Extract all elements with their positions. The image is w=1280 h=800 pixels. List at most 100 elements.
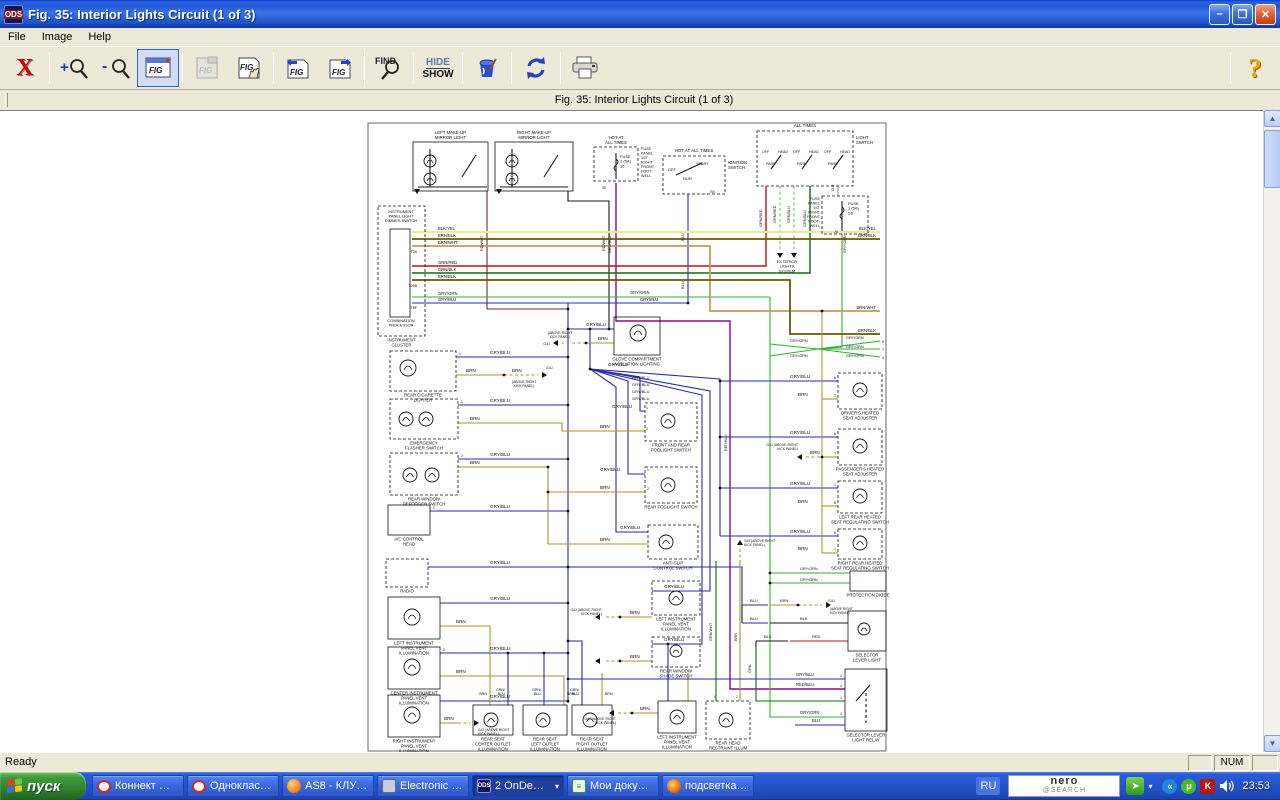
electronic-icon: [382, 779, 396, 793]
refresh-button[interactable]: [515, 49, 557, 87]
svg-text:GRY/BLU: GRY/BLU: [632, 382, 650, 387]
svg-text:GRY/BLU: GRY/BLU: [490, 560, 510, 565]
svg-text:1: 1: [714, 695, 716, 699]
svg-text:CLR: CLR: [831, 184, 835, 191]
svg-text:4: 4: [882, 356, 884, 360]
svg-text:BRN/BLK: BRN/BLK: [438, 233, 456, 238]
photo-icon: [667, 779, 681, 793]
menu-image[interactable]: Image: [34, 30, 81, 44]
svg-text:BRN/BLK: BRN/BLK: [858, 328, 876, 333]
svg-text:2: 2: [736, 695, 738, 699]
svg-text:BRN: BRN: [598, 336, 608, 341]
svg-text:GRY/BLU: GRY/BLU: [586, 322, 606, 327]
docs-icon: ≡: [572, 779, 586, 793]
taskbar-task-button[interactable]: Коннект Мен...: [92, 775, 184, 797]
status-cell-num: NUM: [1214, 755, 1250, 771]
volume-icon[interactable]: [1219, 779, 1234, 793]
svg-text:BRN: BRN: [630, 654, 640, 659]
svg-text:REAR SEATCENTER OUTLETILLUMINA: REAR SEATCENTER OUTLETILLUMINATION: [475, 737, 511, 752]
zoom-in-button[interactable]: +: [53, 49, 95, 87]
svg-text:DRIVER'S HEATEDSEAT ADJUSTER: DRIVER'S HEATEDSEAT ADJUSTER: [841, 411, 879, 421]
svg-text:BRN: BRN: [600, 424, 610, 429]
svg-text:FIG: FIG: [332, 68, 345, 77]
svg-text:BRN: BRN: [734, 633, 738, 641]
svg-text:GRY/BLU: GRY/BLU: [632, 375, 650, 380]
svg-text:GRY/GRN: GRY/GRN: [790, 339, 808, 343]
svg-text:BRN: BRN: [444, 716, 454, 721]
svg-text:GRY/BLU: GRY/BLU: [790, 481, 810, 486]
taskbar-task-button[interactable]: ≡Мои докумен...: [567, 775, 659, 797]
svg-text:GRY/BLU: GRY/BLU: [796, 672, 814, 677]
minimize-button[interactable]: –: [1209, 4, 1230, 25]
close-button[interactable]: ✕: [1255, 4, 1276, 25]
language-bar-icon[interactable]: «: [1162, 779, 1177, 794]
svg-text:GRY/BLU: GRY/BLU: [664, 584, 684, 589]
taskbar-task-button[interactable]: подсветка с...: [662, 775, 754, 797]
next-figure-icon: FIG: [327, 56, 353, 80]
printer-icon: [570, 55, 600, 81]
svg-text:LEFT REAR HEATEDSEAT REGULATIN: LEFT REAR HEATEDSEAT REGULATING SWITCH: [831, 515, 889, 525]
help-button[interactable]: ?: [1234, 49, 1276, 87]
status-cell-empty-2: [1252, 755, 1278, 771]
scrollbar-thumb[interactable]: [1264, 130, 1280, 188]
svg-text:BLU: BLU: [680, 233, 685, 241]
svg-text:GRY/GRN: GRY/GRN: [790, 354, 808, 358]
svg-text:1: 1: [646, 406, 648, 410]
fig-disabled-icon: FIG: [194, 56, 220, 80]
svg-text:GRY/GRN: GRY/GRN: [438, 291, 457, 296]
restore-button[interactable]: ❐: [1232, 4, 1253, 25]
search-dropdown-icon[interactable]: ▾: [1148, 782, 1152, 791]
svg-text:T: T: [834, 548, 837, 552]
svg-text:HOT AT ALL TIMES: HOT AT ALL TIMES: [675, 148, 714, 153]
svg-text:T: T: [882, 348, 885, 352]
svg-text:REAR SEATRIGHT OUTLETILLUMINAT: REAR SEATRIGHT OUTLETILLUMINATION: [576, 737, 608, 752]
svg-text:GRY/GRN: GRY/GRN: [800, 578, 818, 582]
fig-pan-button[interactable]: FIG: [228, 49, 270, 87]
hide-show-button[interactable]: HIDESHOW: [417, 49, 459, 87]
svg-text:SELECTOR LEVERLIGHT RELAY: SELECTOR LEVERLIGHT RELAY: [847, 733, 885, 743]
svg-text:FRONT AND REARFOGLIGHT SWITCH: FRONT AND REARFOGLIGHT SWITCH: [651, 443, 691, 453]
taskbar-task-button[interactable]: AS8 - КЛУБ Л...: [282, 775, 374, 797]
svg-text:BRN: BRN: [456, 669, 466, 674]
svg-text:BRN: BRN: [470, 460, 480, 465]
svg-text:GRN/BLU: GRN/BLU: [496, 688, 505, 696]
svg-text:T: T: [834, 452, 837, 456]
svg-text:(ABOVE RIGHTKICK PANEL): (ABOVE RIGHTKICK PANEL): [512, 380, 536, 388]
svg-text:RIGHT MAKE-UPMIRROR LIGHT: RIGHT MAKE-UPMIRROR LIGHT: [517, 130, 551, 140]
taskbar-task-button[interactable]: ODS2 OnDeman...▾: [472, 775, 564, 797]
find-button[interactable]: FIND: [368, 49, 410, 87]
language-indicator[interactable]: RU: [976, 777, 1000, 795]
nero-search-box[interactable]: nero @SEARCH: [1008, 775, 1120, 797]
search-go-button[interactable]: ➤: [1126, 777, 1144, 795]
scroll-up-button[interactable]: ▲: [1264, 110, 1280, 127]
vertical-scrollbar[interactable]: ▲ ▼: [1263, 110, 1280, 752]
svg-text:CENTER INSTRUMENTPANEL VENTILL: CENTER INSTRUMENTPANEL VENTILLUMINATION: [390, 691, 437, 706]
diagram-canvas[interactable]: LEFT MAKE-UPMIRROR LIGHTRIGHT MAKE-UPMIR…: [0, 110, 1280, 752]
svg-text:BRN: BRN: [640, 706, 650, 711]
taskbar-task-button[interactable]: Одноклассн...: [187, 775, 279, 797]
fig-previous-button[interactable]: FIG: [277, 49, 319, 87]
taskbar-task-button[interactable]: Electronic Ser...: [377, 775, 469, 797]
svg-text:6: 6: [834, 432, 836, 436]
svg-text:GRN/BLU: GRN/BLU: [570, 688, 579, 696]
svg-text:1: 1: [647, 468, 649, 472]
scroll-down-button[interactable]: ▼: [1264, 735, 1280, 752]
menu-help[interactable]: Help: [80, 30, 119, 44]
print-button[interactable]: [564, 49, 606, 87]
kaspersky-icon[interactable]: K: [1200, 779, 1215, 794]
svg-text:GRY/BLU: GRY/BLU: [790, 374, 810, 379]
task-buttons: Коннект Мен...Одноклассн...AS8 - КЛУБ Л.…: [92, 775, 754, 797]
zoom-out-button[interactable]: -: [95, 49, 137, 87]
start-button[interactable]: пуск: [0, 772, 86, 800]
svg-text:2: 2: [646, 427, 648, 431]
svg-text:2: 2: [461, 454, 463, 458]
close-figure-button[interactable]: X: [4, 49, 46, 87]
svg-text:IGNITIONSWITCH: IGNITIONSWITCH: [728, 160, 747, 170]
app-icon: ODS: [4, 5, 23, 24]
utorrent-icon[interactable]: μ: [1181, 779, 1196, 794]
markup-button[interactable]: [466, 49, 508, 87]
menu-file[interactable]: File: [0, 30, 34, 44]
fit-window-button[interactable]: FIG: [137, 49, 179, 87]
fig-next-button[interactable]: FIG: [319, 49, 361, 87]
fit-window-icon: FIG: [145, 56, 171, 80]
